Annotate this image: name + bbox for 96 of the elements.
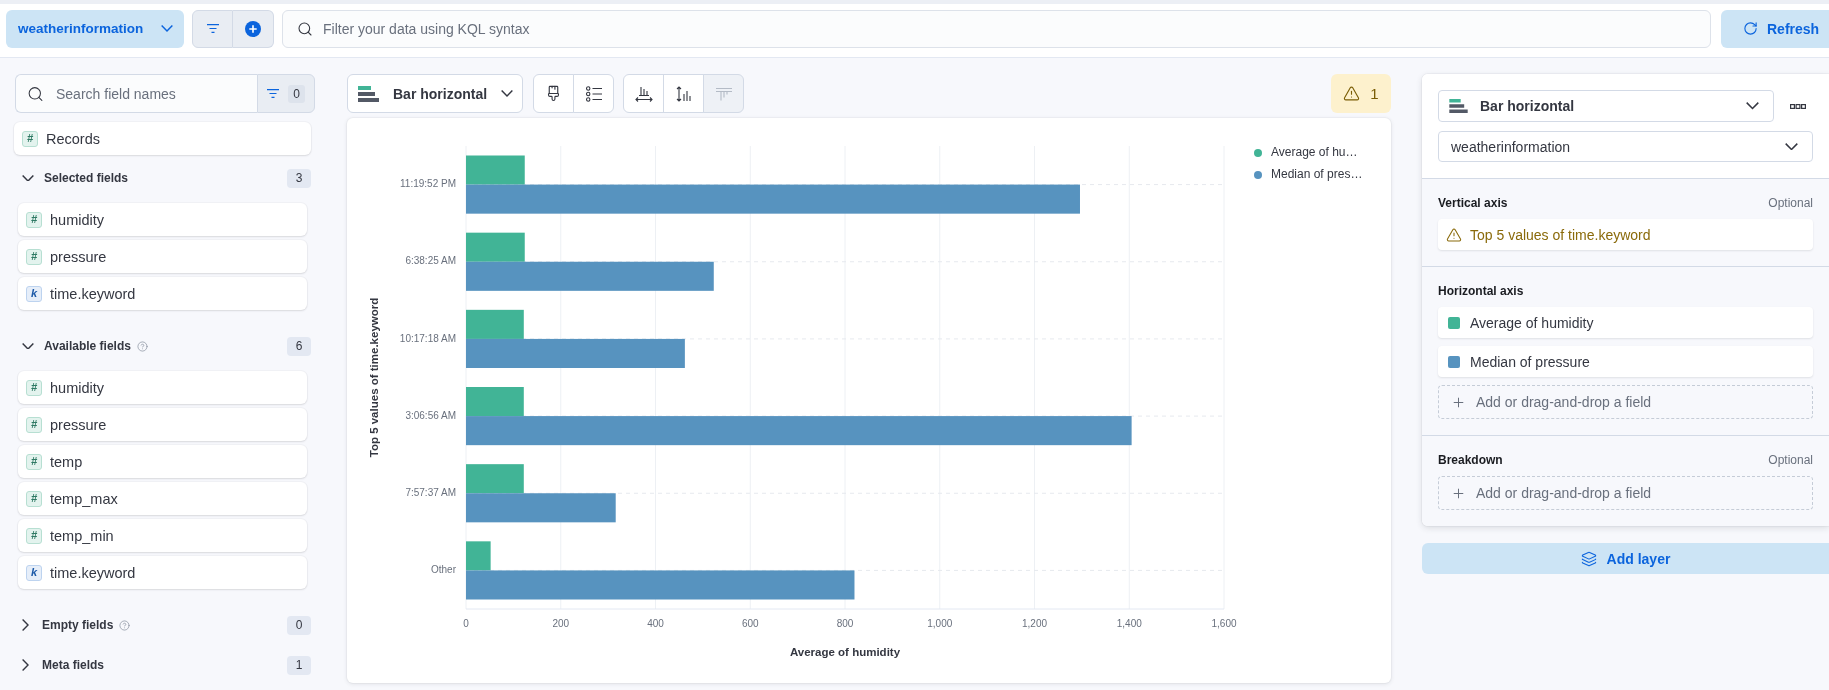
query-field[interactable]: Filter your data using KQL syntax (282, 9, 1711, 48)
tick-label: 400 (647, 617, 664, 629)
category-label: Other (431, 564, 456, 576)
add-layer-button[interactable]: Add layer (1422, 543, 1829, 574)
axis-title: Top 5 values of time.keyword (368, 297, 381, 458)
count-badge: 6 (287, 336, 311, 356)
legend-label[interactable]: Average of hu… (1271, 145, 1358, 160)
refresh-icon (1743, 21, 1758, 36)
chart-type-button[interactable]: Bar horizontal (347, 74, 523, 113)
horizontal-bars-icon (1449, 99, 1468, 113)
search-icon (297, 20, 313, 37)
category-label: 11:19:52 PM (400, 178, 456, 190)
more-icon (1789, 103, 1806, 109)
count-badge: 0 (287, 615, 311, 635)
left-axis-button[interactable] (623, 74, 664, 113)
field-item[interactable]: # temp_min (18, 519, 307, 552)
warnings-button[interactable]: 1 (1331, 74, 1391, 113)
optional-label: Optional (1768, 196, 1813, 210)
search-icon (27, 85, 44, 102)
tick-label: 1,400 (1116, 617, 1142, 629)
field-group-header[interactable]: Empty fields 0 (15, 612, 311, 638)
field-item[interactable]: # temp_max (18, 482, 307, 515)
field-type-token: # (26, 527, 42, 544)
brush-icon (545, 85, 562, 102)
field-type-token: # (26, 490, 42, 507)
tick-label: 1,000 (927, 617, 953, 629)
metric-button[interactable]: Median of pressure (1438, 346, 1813, 377)
field-item[interactable]: # humidity (18, 203, 307, 236)
legend-label[interactable]: Median of pres… (1271, 167, 1363, 182)
field-item[interactable]: k time.keyword (18, 556, 307, 589)
data-view-select[interactable]: weatherinformation (1438, 131, 1813, 162)
count-badge: 3 (287, 168, 311, 188)
category-label: 10:17:18 AM (399, 332, 456, 344)
category-label: 7:57:37 AM (405, 486, 456, 498)
section-title: Breakdown (1438, 453, 1503, 467)
bottom-axis-button[interactable] (663, 74, 704, 113)
plus-icon (1451, 394, 1466, 410)
chevron-down-icon (161, 25, 173, 32)
add-field-button[interactable]: Add or drag-and-drop a field (1438, 476, 1813, 510)
legend-list-icon (585, 85, 602, 102)
tick-label: 0 (463, 617, 469, 629)
bars-vertical-arrow-icon (675, 85, 692, 102)
refresh-button[interactable]: Refresh (1721, 9, 1829, 48)
field-filter-button[interactable]: 0 (257, 74, 315, 113)
bars-horizontal-arrow-icon (634, 85, 653, 102)
appearance-button[interactable] (533, 74, 574, 113)
chevron-down-icon (1785, 142, 1798, 151)
horizontal-bars-icon (358, 85, 379, 102)
filter-icon (267, 89, 280, 98)
tick-label: 1,200 (1022, 617, 1047, 629)
filter-icon (206, 24, 219, 33)
warning-icon (1446, 226, 1462, 243)
field-search-field[interactable]: Search field names (15, 74, 257, 113)
optional-label: Optional (1768, 453, 1813, 467)
dimension-button[interactable]: Top 5 values of time.keyword (1438, 219, 1813, 250)
field-type-token: # (26, 416, 42, 433)
tick-label: 600 (741, 617, 759, 629)
field-item[interactable]: # temp (18, 445, 307, 478)
field-type-token: # (26, 379, 42, 396)
plus-circle-icon (245, 20, 261, 37)
hanging-bars-icon (714, 86, 733, 101)
tick-label: 200 (552, 617, 570, 629)
field-type-token: # (26, 211, 42, 228)
field-group-header[interactable]: Available fields 6 (15, 333, 311, 359)
legend-button[interactable] (573, 74, 614, 113)
tick-label: 1,600 (1211, 617, 1237, 629)
field-type-token: # (26, 248, 42, 265)
layers-icon (1580, 550, 1597, 567)
axis-title: Average of humidity (789, 646, 901, 659)
chevron-down-icon (1746, 102, 1759, 110)
field-group-header[interactable]: Meta fields 1 (15, 652, 311, 678)
section-title: Vertical axis (1438, 196, 1508, 210)
category-label: 6:38:25 AM (405, 255, 456, 267)
chart-type-select[interactable]: Bar horizontal (1438, 90, 1774, 122)
field-item[interactable]: # pressure (18, 240, 307, 273)
count-badge: 1 (287, 655, 311, 675)
add-field-button[interactable]: Add or drag-and-drop a field (1438, 385, 1813, 419)
field-item[interactable]: k time.keyword (18, 277, 307, 310)
section-title: Horizontal axis (1438, 284, 1524, 298)
warning-icon (1343, 85, 1361, 102)
field-item[interactable]: # pressure (18, 408, 307, 441)
field-group-header[interactable]: Selected fields 3 (15, 165, 311, 191)
field-type-token: # (26, 453, 42, 470)
field-item[interactable]: # Records (14, 122, 311, 155)
add-filter-button[interactable] (233, 9, 274, 48)
field-type-token: k (26, 564, 42, 581)
plus-icon (1451, 485, 1466, 501)
metric-button[interactable]: Average of humidity (1438, 307, 1813, 338)
field-item[interactable]: # humidity (18, 371, 307, 404)
field-type-token: k (26, 285, 42, 302)
filter-count-badge: 0 (288, 84, 305, 103)
data-view-button[interactable]: weatherinformation (6, 9, 184, 48)
field-type-token: # (22, 130, 38, 147)
category-label: 3:06:56 AM (405, 409, 456, 421)
chevron-down-icon (501, 90, 514, 97)
tick-label: 800 (836, 617, 854, 629)
